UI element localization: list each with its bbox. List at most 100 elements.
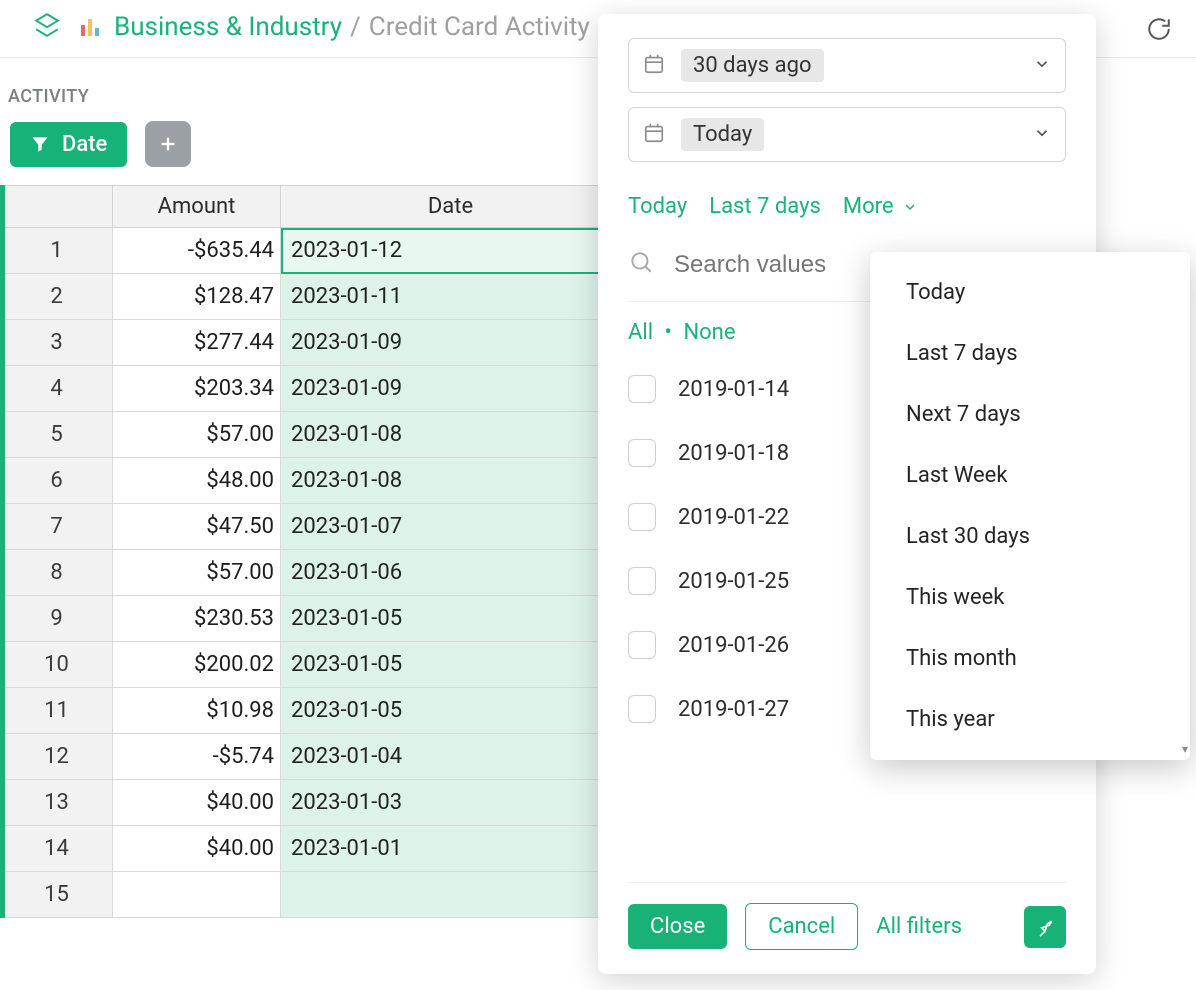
cancel-button[interactable]: Cancel: [745, 903, 858, 950]
more-menu-item[interactable]: This month: [870, 628, 1190, 689]
row-number: 11: [1, 688, 113, 734]
checkbox[interactable]: [628, 567, 656, 595]
preset-today[interactable]: Today: [628, 194, 687, 219]
more-menu-item[interactable]: Last Week: [870, 445, 1190, 506]
more-menu-item[interactable]: This week: [870, 567, 1190, 628]
table-row[interactable]: 1-$635.442023-01-12: [1, 228, 621, 274]
value-label: 2019-01-18: [678, 441, 789, 466]
cell-date[interactable]: 2023-01-01: [281, 826, 621, 872]
more-menu-item[interactable]: Last 7 days: [870, 323, 1190, 384]
cell-date[interactable]: 2023-01-04: [281, 734, 621, 780]
cell-date[interactable]: 2023-01-03: [281, 780, 621, 826]
checkbox[interactable]: [628, 375, 656, 403]
cell-amount[interactable]: $230.53: [113, 596, 281, 642]
cell-amount[interactable]: $57.00: [113, 412, 281, 458]
table-row[interactable]: 14$40.002023-01-01: [1, 826, 621, 872]
value-label: 2019-01-27: [678, 697, 789, 722]
cell-date[interactable]: 2023-01-06: [281, 550, 621, 596]
chart-icon: [78, 15, 102, 39]
cell-amount[interactable]: $10.98: [113, 688, 281, 734]
row-number: 3: [1, 320, 113, 366]
select-all-link[interactable]: All: [628, 320, 653, 345]
more-menu-item[interactable]: Next 7 days: [870, 384, 1190, 445]
table-row[interactable]: 6$48.002023-01-08: [1, 458, 621, 504]
cell-date[interactable]: 2023-01-09: [281, 366, 621, 412]
row-number: 15: [1, 872, 113, 918]
funnel-icon: [30, 134, 50, 154]
table-row[interactable]: 9$230.532023-01-05: [1, 596, 621, 642]
row-number: 12: [1, 734, 113, 780]
layers-icon[interactable]: [34, 12, 60, 42]
all-filters-link[interactable]: All filters: [876, 914, 962, 939]
table-row[interactable]: 15: [1, 872, 621, 918]
table-row[interactable]: 10$200.022023-01-05: [1, 642, 621, 688]
more-menu-item[interactable]: Last 30 days: [870, 506, 1190, 567]
table-row[interactable]: 11$10.982023-01-05: [1, 688, 621, 734]
cell-amount[interactable]: -$635.44: [113, 228, 281, 274]
reload-icon[interactable]: [1146, 16, 1172, 46]
cell-date[interactable]: 2023-01-05: [281, 688, 621, 734]
cell-date[interactable]: 2023-01-09: [281, 320, 621, 366]
col-header-date[interactable]: Date: [281, 186, 621, 228]
table-row[interactable]: 7$47.502023-01-07: [1, 504, 621, 550]
row-number: 4: [1, 366, 113, 412]
calendar-icon: [643, 53, 665, 79]
value-label: 2019-01-14: [678, 377, 789, 402]
cell-date[interactable]: 2023-01-12: [281, 228, 621, 274]
cell-amount[interactable]: [113, 872, 281, 918]
checkbox[interactable]: [628, 695, 656, 723]
cell-date[interactable]: 2023-01-08: [281, 412, 621, 458]
row-number: 10: [1, 642, 113, 688]
calendar-icon: [643, 122, 665, 148]
table-row[interactable]: 12-$5.742023-01-04: [1, 734, 621, 780]
table-row[interactable]: 5$57.002023-01-08: [1, 412, 621, 458]
filter-chip-date-label: Date: [62, 132, 107, 157]
table-row[interactable]: 3$277.442023-01-09: [1, 320, 621, 366]
table-row[interactable]: 8$57.002023-01-06: [1, 550, 621, 596]
row-number: 7: [1, 504, 113, 550]
range-to-picker[interactable]: Today: [628, 107, 1066, 162]
row-number: 8: [1, 550, 113, 596]
value-label: 2019-01-25: [678, 569, 789, 594]
table-row[interactable]: 13$40.002023-01-03: [1, 780, 621, 826]
preset-more-button[interactable]: More: [843, 194, 918, 219]
range-from-picker[interactable]: 30 days ago: [628, 38, 1066, 93]
more-menu-item[interactable]: This year: [870, 689, 1190, 750]
cell-amount[interactable]: -$5.74: [113, 734, 281, 780]
filter-chip-date[interactable]: Date: [10, 122, 127, 167]
cell-date[interactable]: 2023-01-07: [281, 504, 621, 550]
cell-amount[interactable]: $277.44: [113, 320, 281, 366]
cell-amount[interactable]: $48.00: [113, 458, 281, 504]
cell-amount[interactable]: $203.34: [113, 366, 281, 412]
cell-amount[interactable]: $57.00: [113, 550, 281, 596]
cell-amount[interactable]: $40.00: [113, 826, 281, 872]
checkbox[interactable]: [628, 503, 656, 531]
cell-amount[interactable]: $128.47: [113, 274, 281, 320]
cell-amount[interactable]: $40.00: [113, 780, 281, 826]
chevron-down-icon: [1033, 55, 1051, 77]
close-button[interactable]: Close: [628, 904, 727, 949]
breadcrumb-current: Credit Card Activity: [369, 12, 590, 42]
cell-amount[interactable]: $47.50: [113, 504, 281, 550]
cell-date[interactable]: 2023-01-05: [281, 596, 621, 642]
add-filter-button[interactable]: [145, 121, 191, 167]
more-menu-item[interactable]: Today: [870, 262, 1190, 323]
preset-last-7-days[interactable]: Last 7 days: [709, 194, 821, 219]
checkbox[interactable]: [628, 631, 656, 659]
more-presets-menu: TodayLast 7 daysNext 7 daysLast WeekLast…: [870, 252, 1190, 760]
chevron-down-icon: [902, 199, 918, 215]
breadcrumb-parent[interactable]: Business & Industry: [114, 12, 342, 42]
checkbox[interactable]: [628, 439, 656, 467]
select-none-link[interactable]: None: [683, 320, 735, 345]
cell-date[interactable]: 2023-01-05: [281, 642, 621, 688]
pin-button[interactable]: [1024, 906, 1066, 948]
pin-icon: [1035, 917, 1055, 937]
table-row[interactable]: 4$203.342023-01-09: [1, 366, 621, 412]
search-icon: [628, 249, 654, 281]
cell-date[interactable]: 2023-01-11: [281, 274, 621, 320]
cell-date[interactable]: 2023-01-08: [281, 458, 621, 504]
cell-amount[interactable]: $200.02: [113, 642, 281, 688]
col-header-amount[interactable]: Amount: [113, 186, 281, 228]
cell-date[interactable]: [281, 872, 621, 918]
table-row[interactable]: 2$128.472023-01-11: [1, 274, 621, 320]
